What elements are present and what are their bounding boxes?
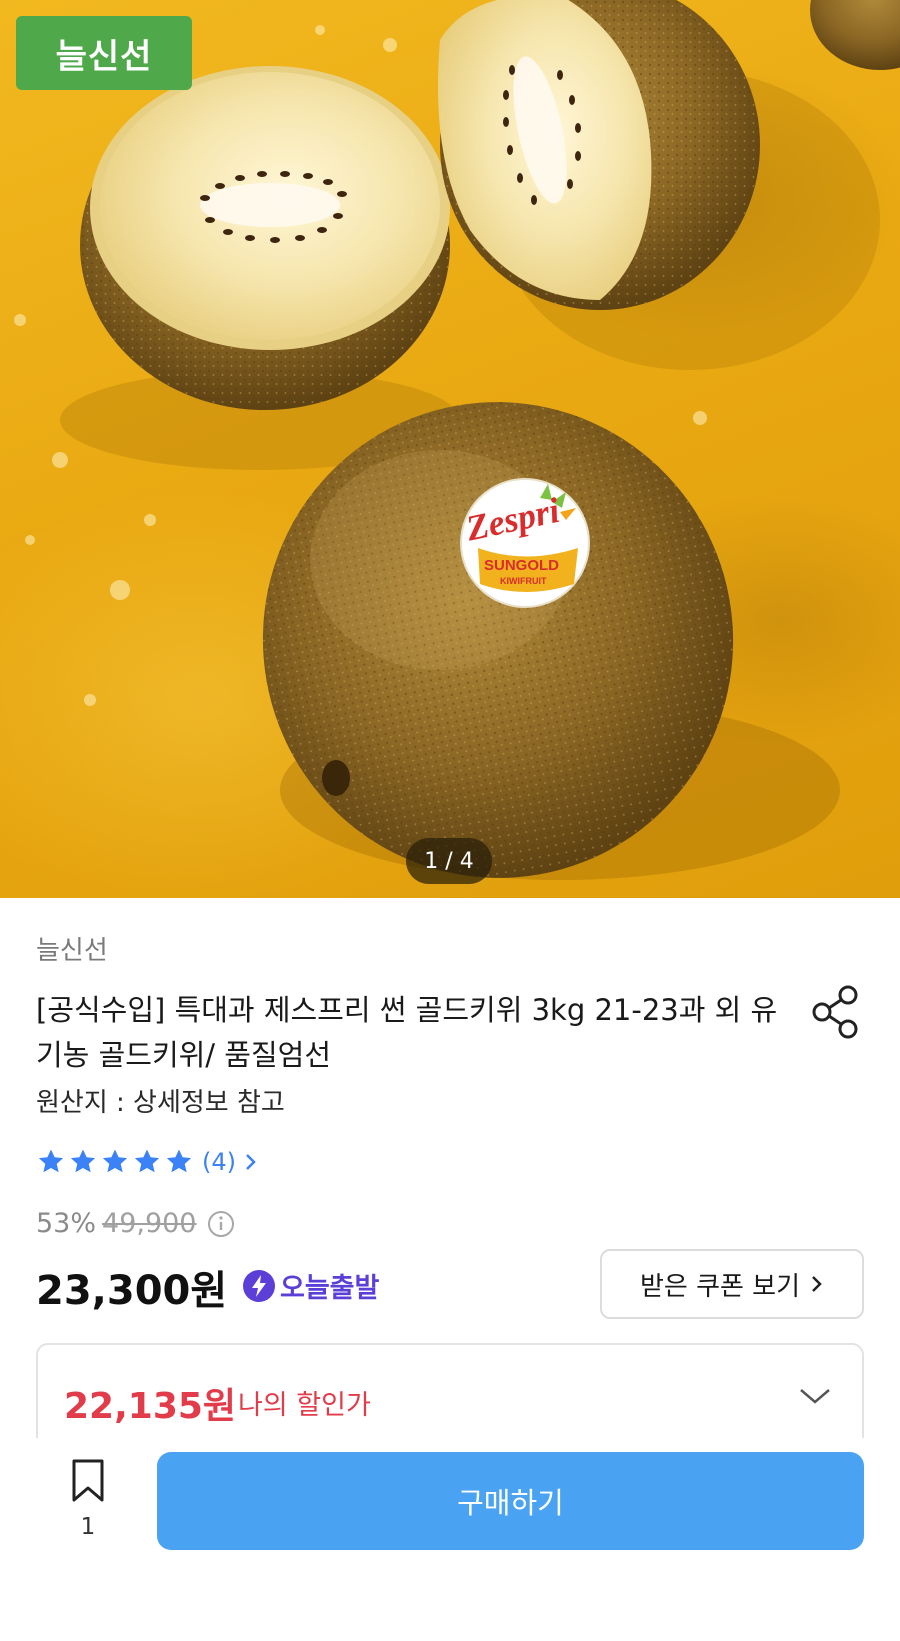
discount-row: 53% 49,900: [36, 1208, 235, 1239]
buy-button[interactable]: 구매하기: [157, 1452, 864, 1550]
delivery-badge: 오늘출발: [242, 1266, 379, 1305]
chevron-right-icon: [246, 1154, 256, 1170]
origin-info: 원산지 : 상세정보 참고: [36, 1088, 285, 1118]
star-icon: [166, 1149, 192, 1173]
info-icon[interactable]: [207, 1210, 235, 1238]
kiwi-product-photo: Zespri SUNGOLD KIWIFRUIT: [14, 0, 900, 880]
svg-text:SUNGOLD: SUNGOLD: [484, 557, 559, 574]
wishlist-button[interactable]: 1: [58, 1458, 118, 1548]
store-tag: 늘신선: [16, 16, 192, 90]
product-title: [공식수입] 특대과 제스프리 썬 골드키위 3kg 21-23과 외 유기농 …: [36, 993, 778, 1072]
view-coupons-button[interactable]: 받은 쿠폰 보기: [600, 1249, 864, 1319]
wishlist-count: 1: [80, 1514, 96, 1540]
product-image-carousel[interactable]: Zespri SUNGOLD KIWIFRUIT 늘신선 1 / 4: [0, 0, 900, 898]
zespri-sticker: Zespri SUNGOLD KIWIFRUIT: [460, 478, 590, 608]
bottom-action-bar: 1 구매하기: [0, 1438, 900, 1641]
delivery-badge-label: 오늘출발: [280, 1273, 380, 1304]
kiwi-half-left: [80, 66, 450, 410]
view-coupons-label: 받은 쿠폰 보기: [639, 1271, 801, 1302]
seller-name[interactable]: 늘신선: [36, 930, 108, 967]
star-icon: [102, 1149, 128, 1173]
rating-row[interactable]: (4): [36, 1146, 260, 1178]
discount-rate: 53%: [36, 1208, 97, 1239]
my-discount-price: 22,135원: [64, 1386, 237, 1427]
sale-price: 23,300원: [36, 1268, 228, 1314]
my-discount-price-label: 나의 할인가: [238, 1390, 371, 1421]
star-icon: [70, 1149, 96, 1173]
lightning-bolt-icon: [243, 1269, 275, 1302]
star-rating: [36, 1147, 194, 1177]
chevron-down-icon[interactable]: [798, 1385, 832, 1407]
original-price: 49,900: [102, 1208, 197, 1239]
svg-text:KIWIFRUIT: KIWIFRUIT: [500, 576, 547, 586]
review-count[interactable]: (4): [202, 1148, 236, 1176]
bookmark-icon: [72, 1459, 104, 1502]
share-icon[interactable]: [810, 985, 864, 1039]
chevron-right-icon: [812, 1276, 822, 1292]
star-icon: [38, 1149, 64, 1173]
star-icon: [134, 1149, 160, 1173]
image-page-indicator: 1 / 4: [406, 838, 492, 884]
